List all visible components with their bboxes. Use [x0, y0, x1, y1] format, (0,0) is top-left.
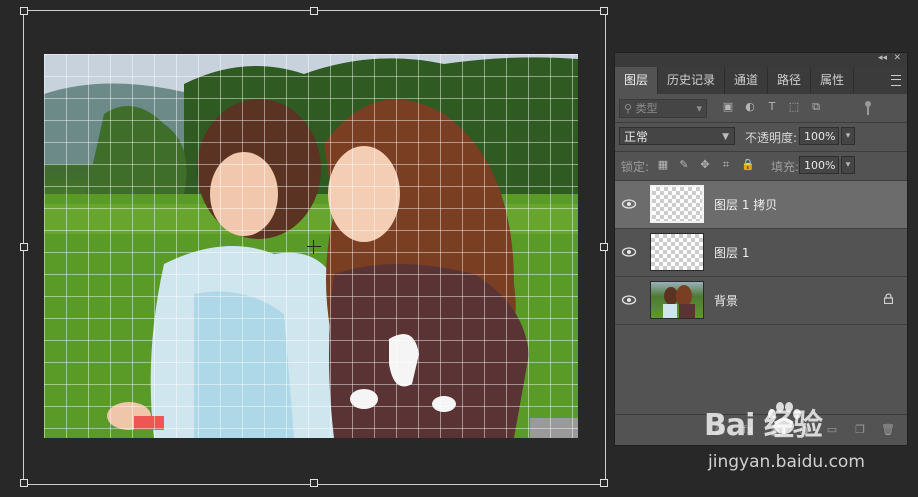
- layer-thumbnail[interactable]: [650, 281, 704, 319]
- lock-brush-icon[interactable]: ✎: [678, 159, 690, 171]
- search-icon: ⚲: [624, 102, 633, 115]
- chevron-down-icon: ▼: [722, 132, 729, 142]
- layer-row[interactable]: 图层 1: [615, 229, 907, 277]
- pixel-filter-icon[interactable]: ▣: [721, 100, 735, 114]
- tab-history[interactable]: 历史记录: [658, 67, 726, 94]
- watermark-brand: Bai 经验: [704, 408, 823, 443]
- adjustment-filter-icon[interactable]: ◐: [743, 100, 757, 114]
- smart-object-filter-icon[interactable]: ⧉: [809, 100, 823, 114]
- opacity-label: 不透明度:: [745, 131, 798, 145]
- reference-point-icon[interactable]: [307, 240, 321, 254]
- lock-row: 锁定: ▦ ✎ ✥ ⌗ 🔒 填充: 100% ▾: [615, 152, 907, 181]
- blend-row: 正常 ▼ 不透明度: 100% ▾: [615, 123, 907, 152]
- panel-tabs: 图层 历史记录 通道 路径 属性: [615, 67, 907, 94]
- lock-icon: [884, 293, 893, 304]
- layer-name[interactable]: 图层 1: [714, 244, 749, 261]
- paw-icon: [768, 402, 801, 434]
- transform-handle-bottom-right[interactable]: [600, 479, 608, 487]
- transform-handle-right[interactable]: [600, 243, 608, 251]
- transform-handle-top-left[interactable]: [20, 7, 28, 15]
- tab-layers[interactable]: 图层: [615, 67, 659, 94]
- layer-filter-select[interactable]: ⚲ 类型 ▾: [619, 99, 707, 118]
- layer-row[interactable]: 图层 1 拷贝: [615, 181, 907, 229]
- filter-row: ⚲ 类型 ▾ ▣ ◐ T ⬚ ⧉: [615, 94, 907, 123]
- opacity-dropdown-icon[interactable]: ▾: [841, 127, 855, 145]
- lock-all-icon[interactable]: 🔒: [741, 159, 755, 171]
- tab-paths[interactable]: 路径: [768, 67, 812, 94]
- panel-menu-icon[interactable]: [891, 75, 901, 86]
- filter-icons: ▣ ◐ T ⬚ ⧉: [721, 100, 823, 114]
- transform-handle-top[interactable]: [310, 7, 318, 15]
- blend-mode-select[interactable]: 正常 ▼: [619, 127, 735, 145]
- layer-thumbnail[interactable]: [650, 233, 704, 271]
- filter-toggle-icon[interactable]: [865, 101, 871, 115]
- fill-label: 填充:: [771, 160, 800, 174]
- lock-artboard-icon[interactable]: ⌗: [720, 159, 732, 171]
- close-icon[interactable]: ✕: [893, 53, 901, 63]
- tab-channels[interactable]: 通道: [725, 67, 769, 94]
- lock-label: 锁定:: [621, 160, 650, 174]
- transform-handle-bottom-left[interactable]: [20, 479, 28, 487]
- tab-properties[interactable]: 属性: [811, 67, 855, 94]
- layer-name[interactable]: 图层 1 拷贝: [714, 196, 777, 213]
- layer-thumbnail[interactable]: [650, 185, 704, 223]
- fill-dropdown-icon[interactable]: ▾: [841, 156, 855, 174]
- lock-icons: ▦ ✎ ✥ ⌗ 🔒: [657, 159, 755, 171]
- layer-row[interactable]: 背景: [615, 277, 907, 325]
- layer-name[interactable]: 背景: [714, 292, 738, 309]
- opacity-input[interactable]: 100%: [799, 127, 839, 145]
- lock-transparent-icon[interactable]: ▦: [657, 159, 669, 171]
- transform-handle-left[interactable]: [20, 243, 28, 251]
- chevron-down-icon: ▾: [696, 102, 702, 115]
- collapse-icon[interactable]: ◂◂: [878, 53, 887, 63]
- eye-icon[interactable]: [621, 244, 637, 260]
- shape-filter-icon[interactable]: ⬚: [787, 100, 801, 114]
- eye-icon[interactable]: [621, 292, 637, 308]
- lock-move-icon[interactable]: ✥: [699, 159, 711, 171]
- transform-handle-top-right[interactable]: [600, 7, 608, 15]
- watermark-url: jingyan.baidu.com: [708, 452, 865, 472]
- panel-title-bar: ◂◂ ✕: [615, 53, 907, 67]
- blend-mode-value: 正常: [624, 130, 649, 144]
- eye-icon[interactable]: [621, 196, 637, 212]
- filter-label: 类型: [635, 102, 658, 115]
- type-filter-icon[interactable]: T: [765, 100, 779, 114]
- fill-input[interactable]: 100%: [799, 156, 839, 174]
- transform-handle-bottom[interactable]: [310, 479, 318, 487]
- baidu-jingyan-watermark: Bai 经验 jingyan.baidu.com: [704, 400, 904, 480]
- layers-panel: ◂◂ ✕ 图层 历史记录 通道 路径 属性 ⚲ 类型 ▾ ▣ ◐ T ⬚ ⧉ 正…: [614, 52, 908, 446]
- document-canvas[interactable]: [0, 0, 612, 497]
